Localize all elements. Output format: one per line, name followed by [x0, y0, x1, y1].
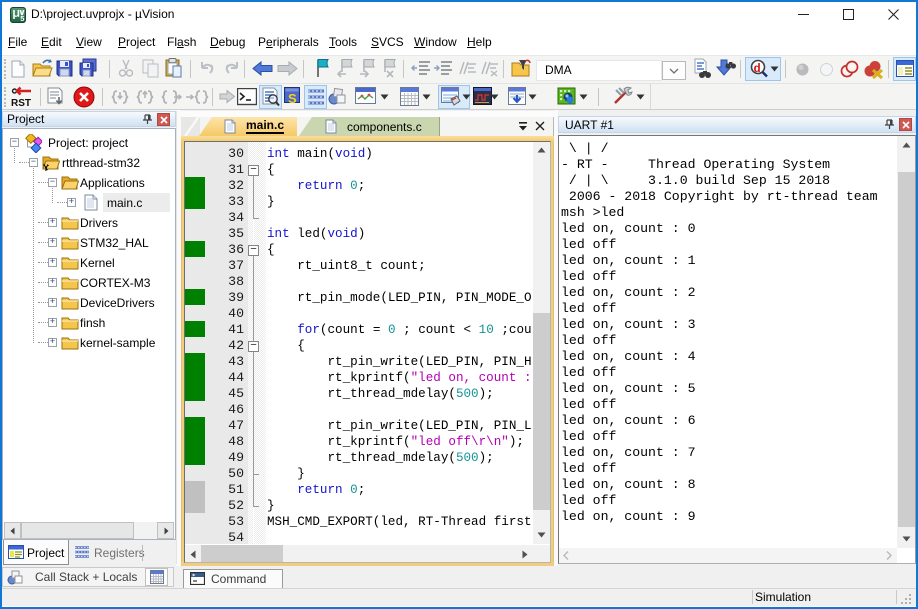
svg-text:RST: RST: [11, 98, 31, 108]
svg-text:5: 5: [20, 14, 24, 23]
svg-text:d: d: [754, 62, 761, 76]
svg-text:S: S: [288, 91, 297, 106]
